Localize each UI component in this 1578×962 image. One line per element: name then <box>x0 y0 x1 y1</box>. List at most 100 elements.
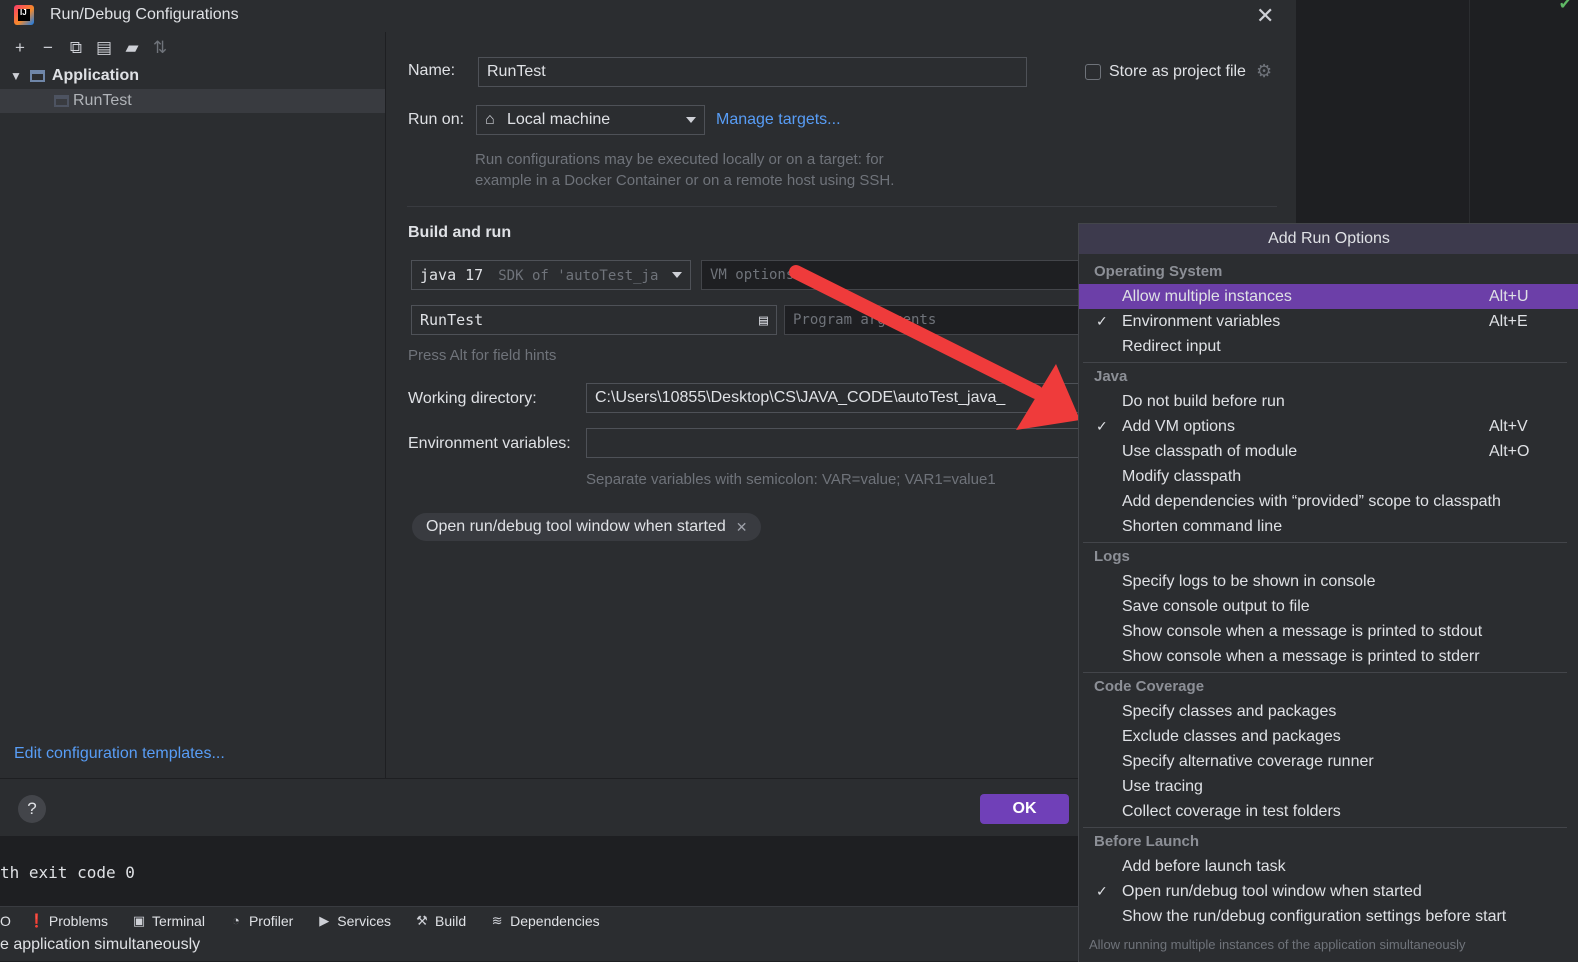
working-dir-label: Working directory: <box>408 390 537 407</box>
tool-window-bar: O ❗ Problems ▣ Terminal ◔ Profiler ▶ Service… <box>0 906 1080 935</box>
option-shorten-command-line[interactable]: Shorten command line <box>1079 514 1578 539</box>
section-java: Java <box>1094 368 1128 385</box>
menu-separator <box>1083 362 1567 363</box>
option-add-before-launch-task[interactable]: Add before launch task <box>1079 854 1578 879</box>
layers-icon: ≋ <box>491 913 503 928</box>
tool-window-problems[interactable]: ❗ Problems <box>29 913 108 929</box>
application-icon <box>29 70 45 82</box>
problems-icon: ❗ <box>28 913 46 928</box>
gear-icon[interactable]: ⚙ <box>1256 61 1272 82</box>
run-on-label: Run on: <box>408 111 465 128</box>
option-open-tool-window[interactable]: ✓ Open run/debug tool window when starte… <box>1079 879 1578 904</box>
jdk-dropdown[interactable]: java 17 SDK of 'autoTest_ja <box>411 260 691 290</box>
popup-hint: Allow running multiple instances of the … <box>1089 937 1466 952</box>
option-environment-variables[interactable]: ✓ Environment variables Alt+E <box>1079 309 1578 334</box>
store-as-file-checkbox[interactable] <box>1085 64 1101 80</box>
store-as-file-label: Store as project file <box>1109 63 1246 80</box>
check-icon: ✓ <box>1096 883 1108 899</box>
run-on-hint-1: Run configurations may be executed local… <box>475 151 884 168</box>
profiler-icon: ◔ <box>232 913 240 928</box>
tool-window-todo[interactable]: O <box>0 913 11 929</box>
status-text: e application simultaneously <box>0 936 201 953</box>
add-icon[interactable]: + <box>6 37 34 59</box>
help-button[interactable]: ? <box>18 795 46 823</box>
dialog-title: Run/Debug Configurations <box>50 6 239 23</box>
terminal-icon: ▣ <box>132 913 146 928</box>
section-logs: Logs <box>1094 548 1130 565</box>
tool-window-build[interactable]: ⚒ Build <box>415 913 466 929</box>
option-show-console-stdout[interactable]: Show console when a message is printed t… <box>1079 619 1578 644</box>
name-label: Name: <box>408 62 456 79</box>
tree-node-application[interactable]: ▼ Application <box>0 64 385 88</box>
menu-separator <box>1083 672 1567 673</box>
option-show-console-stderr[interactable]: Show console when a message is printed t… <box>1079 644 1578 669</box>
browse-icon[interactable]: ▤ <box>759 306 768 334</box>
add-run-options-popup: Add Run Options Operating System Allow m… <box>1078 223 1578 962</box>
menu-separator <box>1083 542 1567 543</box>
section-separator <box>407 206 1277 207</box>
alt-hint: Press Alt for field hints <box>408 347 557 364</box>
edit-templates-link[interactable]: Edit configuration templates... <box>14 745 225 763</box>
remove-icon[interactable]: − <box>34 37 62 59</box>
popup-title: Add Run Options <box>1079 224 1578 254</box>
option-collect-test-folders[interactable]: Collect coverage in test folders <box>1079 799 1578 824</box>
close-icon[interactable]: ✕ <box>1256 3 1274 29</box>
home-icon: ⌂ <box>485 111 495 128</box>
tool-window-services[interactable]: ▶ Services <box>317 913 391 929</box>
section-operating-system: Operating System <box>1094 263 1223 280</box>
env-vars-hint: Separate variables with semicolon: VAR=v… <box>586 471 996 488</box>
chevron-down-icon <box>686 117 696 123</box>
run-on-dropdown[interactable]: ⌂ Local machine <box>476 105 705 135</box>
option-provided-scope[interactable]: Add dependencies with “provided” scope t… <box>1079 489 1578 514</box>
check-icon: ✓ <box>1096 313 1108 329</box>
chevron-down-icon <box>672 272 682 278</box>
close-icon[interactable]: ✕ <box>736 513 748 541</box>
tool-window-terminal[interactable]: ▣ Terminal <box>132 913 205 929</box>
check-icon: ✔ <box>1558 0 1572 13</box>
copy-icon[interactable]: ⧉ <box>62 37 90 59</box>
env-vars-label: Environment variables: <box>408 435 571 452</box>
run-on-hint-2: example in a Docker Container or on a re… <box>475 172 895 189</box>
check-icon: ✓ <box>1096 418 1108 434</box>
run-config-icon <box>54 95 69 107</box>
status-bar: e application simultaneously <box>0 934 1080 961</box>
section-code-coverage: Code Coverage <box>1094 678 1205 695</box>
services-icon: ▶ <box>319 913 330 928</box>
tool-window-dependencies[interactable]: ≋ Dependencies <box>490 913 600 929</box>
option-do-not-build[interactable]: Do not build before run <box>1079 389 1578 414</box>
tree-node-runtest[interactable]: RunTest <box>0 89 385 113</box>
config-tree-panel: + − ⧉ ▤ ▰ ⇅ ▼ Application RunTest Edit c… <box>0 32 386 778</box>
option-modify-classpath[interactable]: Modify classpath <box>1079 464 1578 489</box>
option-exclude-classes[interactable]: Exclude classes and packages <box>1079 724 1578 749</box>
section-before-launch: Before Launch <box>1094 833 1200 850</box>
option-alternative-runner[interactable]: Specify alternative coverage runner <box>1079 749 1578 774</box>
main-class-input[interactable]: RunTest ▤ <box>411 305 777 335</box>
hammer-icon: ⚒ <box>416 913 428 928</box>
intellij-logo-icon: IJ <box>14 5 34 25</box>
folder-icon[interactable]: ▰ <box>118 37 146 59</box>
annotation-arrow <box>789 265 1080 430</box>
manage-targets-link[interactable]: Manage targets... <box>716 111 841 129</box>
option-allow-multiple-instances[interactable]: Allow multiple instances Alt+U <box>1079 284 1578 309</box>
menu-separator <box>1083 827 1567 828</box>
option-add-vm-options[interactable]: ✓ Add VM options Alt+V <box>1079 414 1578 439</box>
dialog-titlebar: IJ Run/Debug Configurations ✕ <box>0 0 1296 32</box>
open-tool-window-chip: Open run/debug tool window when started … <box>412 513 762 541</box>
tree-toolbar: + − ⧉ ▤ ▰ ⇅ <box>6 37 174 59</box>
name-input[interactable]: RunTest <box>478 57 1027 87</box>
option-redirect-input[interactable]: Redirect input <box>1079 334 1578 359</box>
save-icon[interactable]: ▤ <box>90 37 118 59</box>
option-save-console-output[interactable]: Save console output to file <box>1079 594 1578 619</box>
option-specify-classes[interactable]: Specify classes and packages <box>1079 699 1578 724</box>
option-classpath-of-module[interactable]: Use classpath of module Alt+O <box>1079 439 1578 464</box>
option-logs-in-console[interactable]: Specify logs to be shown in console <box>1079 569 1578 594</box>
option-show-settings-before-start[interactable]: Show the run/debug configuration setting… <box>1079 904 1578 929</box>
ok-button[interactable]: OK <box>980 794 1069 824</box>
tool-window-profiler[interactable]: ◔ Profiler <box>229 913 293 929</box>
sort-icon[interactable]: ⇅ <box>146 37 174 59</box>
chevron-down-icon[interactable]: ▼ <box>10 69 22 83</box>
build-and-run-heading: Build and run <box>408 224 512 241</box>
editor-divider <box>1469 0 1470 225</box>
option-use-tracing[interactable]: Use tracing <box>1079 774 1578 799</box>
console-panel: th exit code 0 <box>0 838 1080 908</box>
